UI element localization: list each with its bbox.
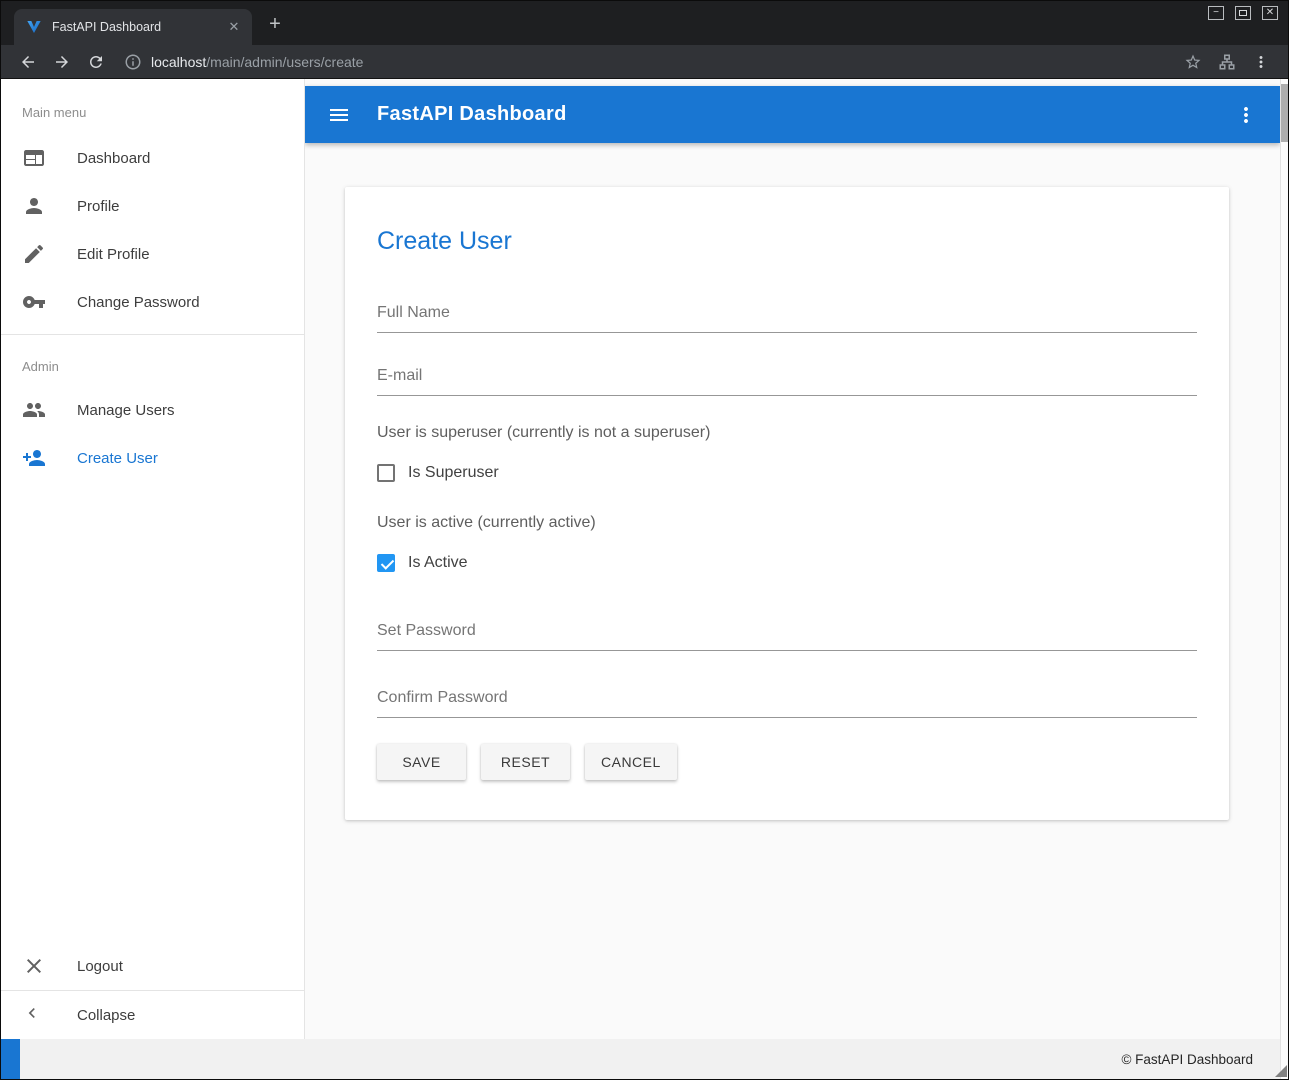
is-active-label: Is Active [408,554,468,572]
full-name-input[interactable] [377,296,1197,333]
browser-menu-icon[interactable] [1247,48,1275,76]
sidebar-section-admin: Admin [1,343,304,386]
sidebar: Main menu Dashboard Profile Edit Profile [1,79,305,1039]
maximize-icon [1239,10,1247,16]
main-area: FastAPI Dashboard Create User User is su… [305,79,1280,1039]
tab-title: FastAPI Dashboard [52,20,224,34]
sidebar-item-label: Profile [77,198,120,215]
is-active-checkbox[interactable] [377,554,395,572]
browser-window: FastAPI Dashboard ✕ + − ✕ localhost/main… [0,0,1289,1080]
url-path: /main/admin/users/create [206,54,363,70]
hamburger-menu-icon[interactable] [327,103,351,127]
sidebar-item-label: Edit Profile [77,246,150,263]
scrollbar-thumb[interactable] [1281,84,1288,142]
sidebar-item-label: Manage Users [77,402,175,419]
set-password-input[interactable] [377,614,1197,651]
sidebar-section-main: Main menu [1,99,304,134]
url-host: localhost [151,54,206,70]
page: Main menu Dashboard Profile Edit Profile [1,79,1288,1079]
app-bar: FastAPI Dashboard [305,86,1280,143]
pencil-icon [22,242,46,266]
vuetify-logo-icon [26,19,42,35]
sidebar-item-change-password[interactable]: Change Password [1,278,304,326]
sidebar-spacer [1,482,304,942]
footer: © FastAPI Dashboard [1,1039,1280,1079]
tab-close-icon[interactable]: ✕ [224,17,244,37]
window-controls: − ✕ [1208,6,1278,20]
dashboard-icon [22,146,46,170]
browser-toolbar: localhost/main/admin/users/create [1,45,1288,79]
resize-grip[interactable] [1275,1065,1287,1077]
sidebar-item-label: Create User [77,450,158,467]
back-button[interactable] [14,48,42,76]
sidebar-item-profile[interactable]: Profile [1,182,304,230]
sidebar-item-manage-users[interactable]: Manage Users [1,386,304,434]
email-input[interactable] [377,359,1197,396]
full-name-field [377,296,1197,333]
email-field [377,359,1197,396]
window-maximize-button[interactable] [1235,6,1251,20]
sidebar-item-label: Dashboard [77,150,150,167]
new-tab-button[interactable]: + [262,12,288,38]
cancel-button[interactable]: CANCEL [585,744,677,780]
is-superuser-row[interactable]: Is Superuser [377,462,1197,484]
superuser-hint: User is superuser (currently is not a su… [377,424,1197,442]
sidebar-item-collapse[interactable]: Collapse [1,991,304,1039]
sidebar-divider [1,334,304,335]
page-info-icon[interactable] [119,48,147,76]
people-icon [22,398,46,422]
appbar-menu-icon[interactable] [1234,103,1258,127]
sidebar-item-dashboard[interactable]: Dashboard [1,134,304,182]
app-title: FastAPI Dashboard [377,103,567,126]
sidebar-item-create-user[interactable]: Create User [1,434,304,482]
active-hint: User is active (currently active) [377,514,1197,532]
reload-button[interactable] [82,48,110,76]
page-title: Create User [377,227,1197,256]
scrollbar[interactable] [1280,79,1288,1079]
sidebar-item-label: Change Password [77,294,200,311]
sidebar-item-label: Collapse [77,1007,135,1024]
form-actions: SAVE RESET CANCEL [377,744,1197,780]
sidebar-item-logout[interactable]: Logout [1,942,304,990]
person-icon [22,194,46,218]
is-superuser-checkbox[interactable] [377,464,395,482]
is-superuser-label: Is Superuser [408,464,499,482]
bookmark-star-icon[interactable] [1179,48,1207,76]
address-bar[interactable]: localhost/main/admin/users/create [119,48,1176,76]
sidebar-item-edit-profile[interactable]: Edit Profile [1,230,304,278]
reset-button[interactable]: RESET [481,744,570,780]
person-add-icon [22,446,46,470]
set-password-field [377,614,1197,651]
window-close-button[interactable]: ✕ [1262,6,1278,20]
browser-titlebar: FastAPI Dashboard ✕ + − ✕ [1,1,1288,45]
forward-button[interactable] [48,48,76,76]
copyright-text: © FastAPI Dashboard [1121,1052,1253,1067]
sitemap-icon[interactable] [1213,48,1241,76]
key-icon [22,290,46,314]
chevron-left-icon [22,1003,46,1027]
footer-accent-bar [1,1039,20,1079]
confirm-password-input[interactable] [377,681,1197,718]
window-minimize-button[interactable]: − [1208,6,1224,20]
is-active-row[interactable]: Is Active [377,552,1197,574]
sidebar-item-label: Logout [77,958,123,975]
create-user-card: Create User User is superuser (currently… [345,187,1229,820]
browser-tab[interactable]: FastAPI Dashboard ✕ [14,9,252,45]
close-icon [22,954,46,978]
confirm-password-field [377,681,1197,718]
save-button[interactable]: SAVE [377,744,466,780]
